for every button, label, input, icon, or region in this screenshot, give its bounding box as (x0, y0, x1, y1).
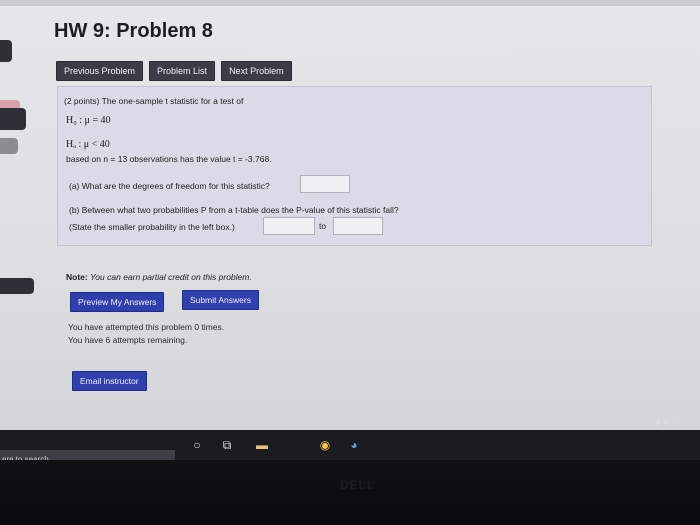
next-problem-button[interactable]: Next Problem (221, 61, 292, 81)
problem-nav: Previous Problem Problem List Next Probl… (56, 61, 292, 81)
screen: HW 9: Problem 8 Previous Problem Problem… (0, 0, 700, 445)
attempts-made: You have attempted this problem 0 times. (68, 322, 225, 332)
part-b-hint: (State the smaller probability in the le… (69, 222, 235, 232)
monitor-logo: DELL (340, 478, 376, 492)
part-a-question: (a) What are the degrees of freedom for … (69, 181, 270, 191)
attempts-remaining: You have 6 attempts remaining. (68, 335, 188, 345)
sidebar-fragment[interactable] (0, 40, 12, 62)
partial-credit-note: Note: You can earn partial credit on thi… (66, 272, 252, 282)
part-b-to-label: to (319, 221, 327, 231)
file-explorer-icon[interactable]: ▬ (255, 438, 269, 452)
preview-answers-button[interactable]: Preview My Answers (70, 292, 165, 312)
part-a-answer-input[interactable] (300, 175, 350, 193)
submit-answers-button[interactable]: Submit Answers (182, 290, 259, 310)
part-b-lower-input[interactable] (263, 217, 315, 235)
task-view-icon[interactable]: ⧉ (220, 438, 234, 452)
system-tray-icons[interactable]: ⌃ ▭ ◢ ◀)) ▭ (638, 418, 680, 426)
sidebar-fragment[interactable] (0, 278, 34, 294)
part-b-question: (b) Between what two probabilities P fro… (69, 205, 399, 215)
previous-problem-button[interactable]: Previous Problem (56, 61, 144, 81)
null-hypothesis: H₀ : μ = 40 (66, 115, 111, 126)
problem-list-button[interactable]: Problem List (149, 61, 216, 81)
edge-icon[interactable]: ◕ (347, 438, 361, 452)
sidebar-fragment[interactable] (0, 108, 26, 130)
alternative-hypothesis: Hₐ : μ < 40 (66, 139, 110, 150)
problem-box: (2 points) The one-sample t statistic fo… (57, 86, 652, 246)
problem-observations: based on n = 13 observations has the val… (66, 154, 272, 164)
chrome-icon[interactable]: ◉ (318, 438, 332, 452)
problem-intro: (2 points) The one-sample t statistic fo… (64, 96, 244, 106)
note-text: You can earn partial credit on this prob… (90, 272, 252, 282)
browser-top-edge (0, 0, 700, 6)
page-title: HW 9: Problem 8 (54, 20, 213, 42)
part-b-upper-input[interactable] (333, 217, 383, 235)
email-instructor-button[interactable]: Email instructor (72, 371, 147, 391)
cortana-icon[interactable]: ○ (190, 438, 204, 452)
sidebar-fragment[interactable] (0, 138, 18, 154)
note-label: Note: (66, 272, 88, 282)
monitor-bezel (0, 460, 700, 525)
